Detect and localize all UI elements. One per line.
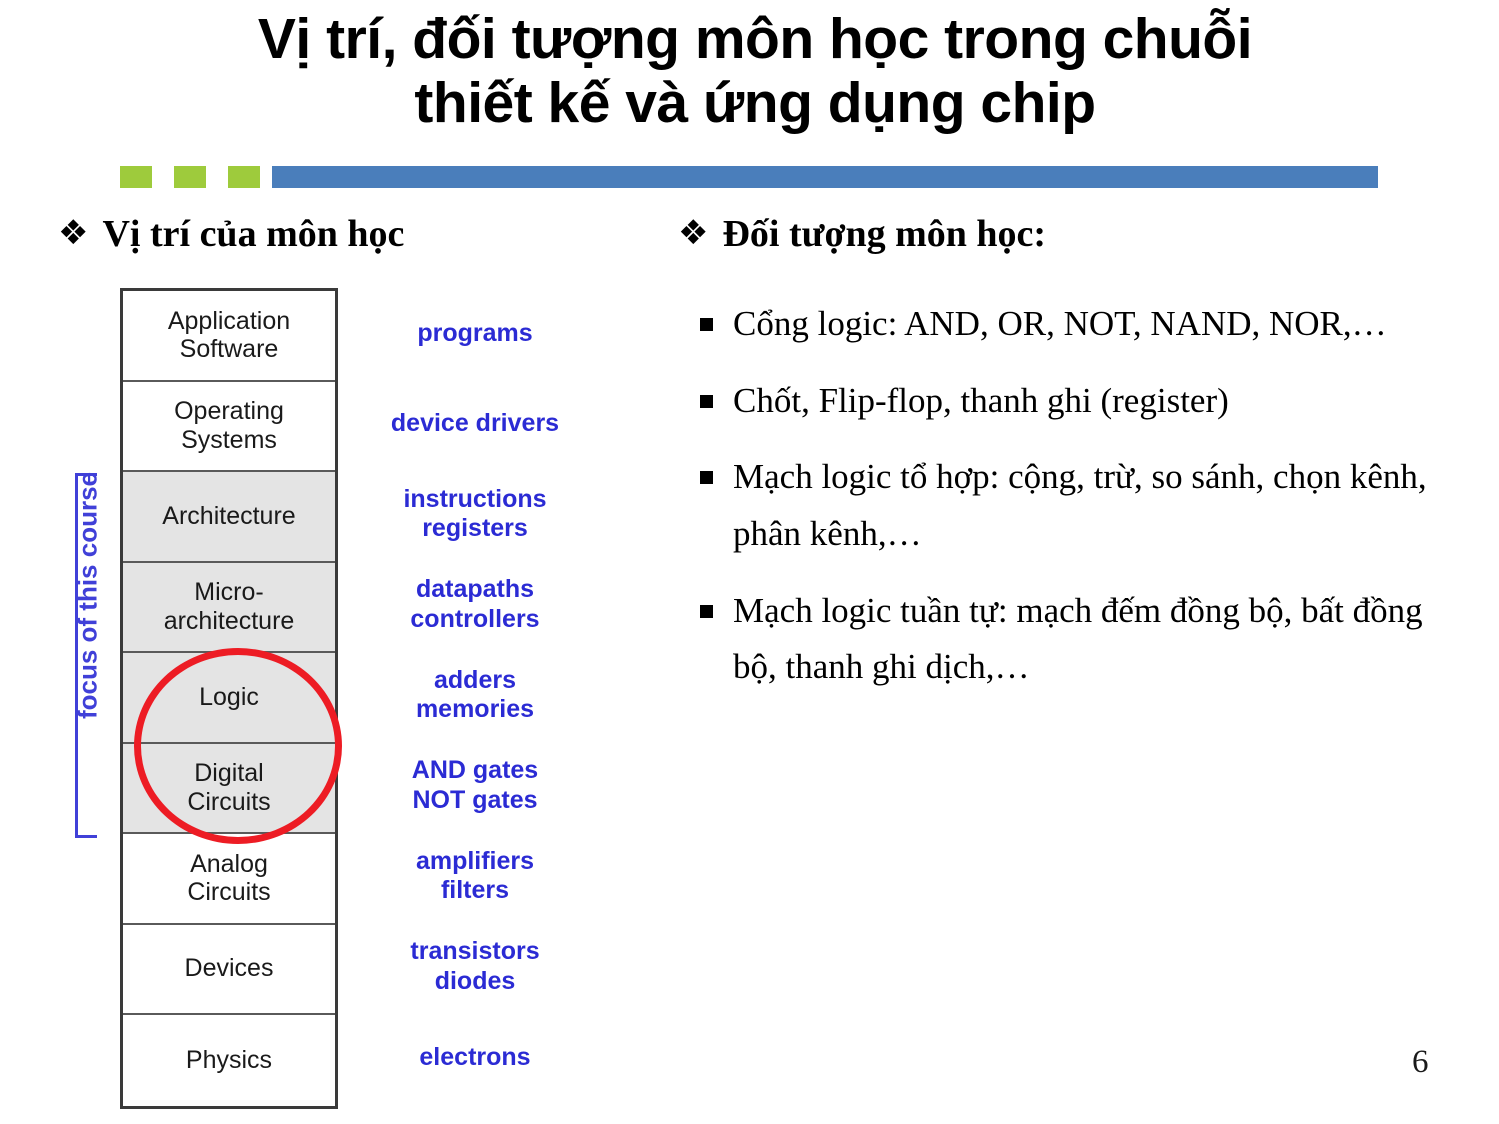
layer-box: Micro- architecture (123, 562, 335, 653)
layer-annotation: electrons (419, 1042, 531, 1071)
layer-annotation: device drivers (390, 409, 560, 437)
focus-of-this-course-label: focus of this course (72, 471, 103, 720)
square-bullet-icon (700, 394, 713, 408)
layer-box: Digital Circuits (123, 743, 335, 834)
page-number: 6 (1412, 1044, 1429, 1080)
list-item: Mạch logic tuần tự: mạch đếm đồng bộ, bấ… (700, 583, 1460, 696)
layer-annotation: transistors diodes (410, 937, 540, 995)
square-bullet-icon (700, 471, 713, 485)
layer-annotation: instructions registers (403, 484, 547, 543)
deco-square-icon (228, 166, 260, 188)
layer-box: Operating Systems (123, 381, 335, 472)
page-title: Vị trí, đối tượng môn học trong chuỗi th… (257, 7, 1253, 135)
deco-square-icon (174, 166, 206, 188)
layer-box: Application Software (123, 291, 335, 382)
list-item-text: Mạch logic tổ hợp: cộng, trừ, so sánh, c… (733, 457, 1427, 554)
square-bullet-icon (700, 604, 713, 618)
layer-annotation: AND gates NOT gates (411, 756, 539, 814)
abstraction-layers-figure: focus of this course Application Softwar… (60, 280, 640, 1115)
layer-annotation: amplifiers filters (415, 846, 535, 905)
list-item-text: Chốt, Flip-flop, thanh ghi (register) (733, 380, 1229, 420)
layer-box: Architecture (123, 472, 335, 563)
diamond-bullet-icon: ❖ (678, 213, 709, 253)
left-section-heading: ❖ Vị trí của môn học (58, 212, 404, 256)
left-section-heading-text: Vị trí của môn học (102, 213, 405, 255)
square-bullet-icon (700, 318, 713, 331)
list-item: Cổng logic: AND, OR, NOT, NAND, NOR,… (700, 296, 1460, 353)
layer-box: Analog Circuits (123, 834, 335, 925)
layer-box: Devices (123, 924, 335, 1015)
layer-annotation: programs (417, 318, 533, 347)
slide: Vị trí, đối tượng môn học trong chuỗi th… (0, 0, 1499, 1124)
layer-annotation: datapaths controllers (410, 575, 540, 633)
right-section-heading-text: Đối tượng môn học: (722, 213, 1047, 255)
deco-square-icon (120, 166, 152, 188)
layer-box: Physics (123, 1015, 335, 1106)
list-item-text: Mạch logic tuần tự: mạch đếm đồng bộ, bấ… (733, 590, 1423, 687)
deco-rule (272, 166, 1378, 188)
list-item-text: Cổng logic: AND, OR, NOT, NAND, NOR,… (733, 304, 1387, 343)
right-section-heading: ❖ Đối tượng môn học: (678, 212, 1046, 256)
list-item: Chốt, Flip-flop, thanh ghi (register) (700, 373, 1460, 430)
decorative-bar (120, 166, 1378, 188)
layer-box: Logic (123, 653, 335, 744)
layer-stack: Application Software Operating Systems Arc… (120, 288, 338, 1109)
layer-annotation: adders memories (415, 665, 535, 724)
list-item: Mạch logic tổ hợp: cộng, trừ, so sánh, c… (700, 449, 1460, 562)
course-topics-list: Cổng logic: AND, OR, NOT, NAND, NOR,… Chố… (700, 296, 1460, 716)
diamond-bullet-icon: ❖ (58, 213, 89, 253)
